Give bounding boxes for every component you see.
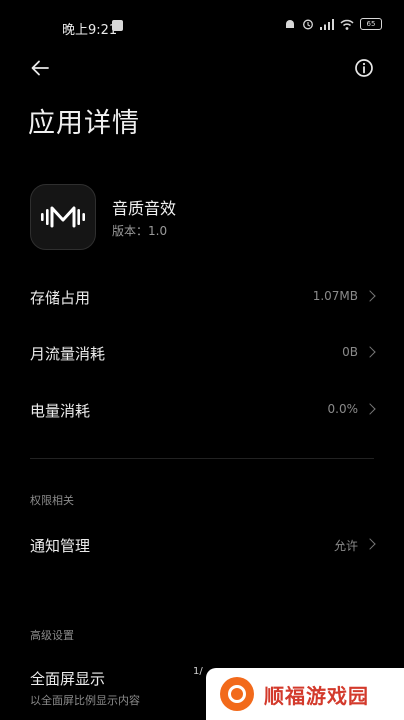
info-button[interactable]	[352, 56, 376, 80]
data-usage-label: 月流量消耗	[30, 345, 106, 363]
battery-usage-value: 0.0%	[327, 402, 359, 416]
storage-row[interactable]: 存储占用 1.07MB	[0, 282, 404, 312]
site-watermark: 顺福游戏园	[206, 668, 404, 720]
sound-wave-logo-icon	[41, 206, 85, 228]
battery-icon: 65	[360, 18, 382, 30]
arrow-left-icon	[31, 60, 49, 76]
alarm-icon	[303, 19, 313, 30]
app-name: 音质音效	[112, 199, 177, 218]
data-usage-value: 0B	[342, 345, 358, 359]
battery-usage-row[interactable]: 电量消耗 0.0%	[0, 395, 404, 425]
back-button[interactable]	[28, 56, 52, 80]
signal-icon	[320, 18, 334, 30]
notification-row[interactable]: 通知管理 允许	[0, 530, 404, 560]
notification-label: 通知管理	[30, 537, 91, 555]
storage-label: 存储占用	[30, 289, 91, 307]
battery-usage-label: 电量消耗	[30, 402, 91, 420]
section-divider	[30, 458, 374, 459]
watermark-text: 顺福游戏园	[264, 683, 369, 708]
storage-value: 1.07MB	[312, 289, 358, 303]
page-indicator: 1/	[193, 666, 203, 677]
chevron-right-icon	[364, 290, 376, 302]
app-icon	[30, 184, 96, 250]
fullscreen-desc: 以全面屏比例显示内容	[30, 694, 140, 707]
notification-value: 允许	[333, 539, 358, 553]
app-version: 版本：1.0	[112, 224, 168, 238]
download-notification-icon	[112, 20, 123, 31]
wifi-icon	[340, 19, 354, 30]
permissions-section-title: 权限相关	[30, 494, 74, 507]
advanced-section-title: 高级设置	[30, 629, 74, 642]
chevron-right-icon	[364, 538, 376, 550]
fullscreen-label[interactable]: 全面屏显示	[30, 668, 105, 689]
status-icons: 65	[284, 17, 382, 31]
status-time: 晚上9:21	[62, 23, 118, 38]
data-usage-row[interactable]: 月流量消耗 0B	[0, 338, 404, 368]
android-icon	[286, 20, 294, 28]
status-bar: 晚上9:21 65	[0, 0, 404, 44]
chevron-right-icon	[364, 403, 376, 415]
page-title: 应用详情	[28, 108, 140, 139]
chevron-right-icon	[364, 346, 376, 358]
watermark-logo-icon	[220, 677, 254, 711]
info-icon	[355, 59, 373, 77]
